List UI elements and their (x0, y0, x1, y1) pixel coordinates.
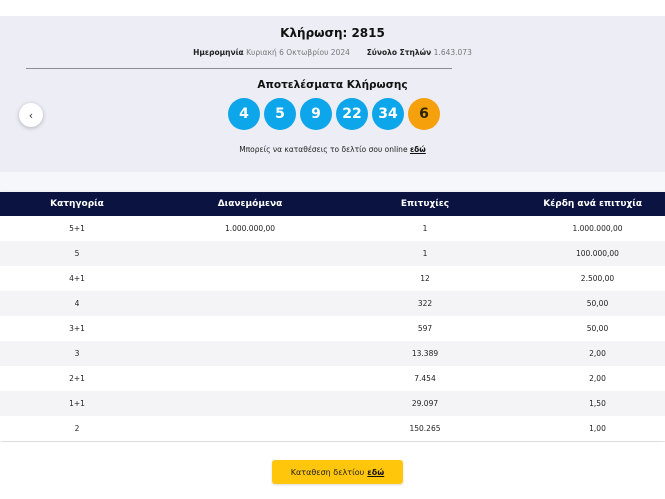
table-row: 5 1 100.000,00 (0, 241, 665, 266)
cell-winners: 13.389 (411, 349, 439, 358)
bet-note: Μπορείς να καταθέσεις το δελτίο σου onli… (0, 145, 665, 154)
table-row: 5+1 1.000.000,00 1 1.000.000,00 (0, 216, 665, 241)
cell-category: 3+1 (69, 324, 85, 333)
cell-winners: 12 (420, 274, 430, 283)
cell-category: 5+1 (69, 224, 85, 233)
table-row: 3 13.389 2,00 (0, 341, 665, 366)
cell-category: 5 (74, 249, 80, 258)
cell-prize: 100.000,00 (576, 249, 619, 258)
number-ball: 9 (300, 98, 332, 130)
submit-ticket-text: Καταθεση δελτίου (290, 467, 365, 477)
cell-prize: 2,00 (589, 374, 606, 383)
cell-category: 2 (74, 424, 80, 433)
bet-note-link[interactable]: εδώ (410, 145, 426, 154)
header-distributed: Διανεμόμενα (217, 199, 283, 209)
bonus-ball: 6 (408, 98, 440, 130)
number-ball: 34 (372, 98, 404, 130)
columns-label: Σύνολο Στηλών (366, 48, 432, 57)
winning-numbers: 4 5 9 22 34 6 (228, 98, 440, 130)
date-label: Ημερομηνία (193, 48, 244, 57)
prize-table: Κατηγορία Διανεμόμενα Επιτυχίες Κέρδη αν… (0, 192, 665, 441)
cell-prize: 1,00 (589, 424, 606, 433)
cell-winners: 29.097 (411, 399, 439, 408)
cell-distributed: 1.000.000,00 (224, 224, 276, 233)
draw-panel: Κλήρωση: 2815 Ημερομηνία Κυριακή 6 Οκτωβ… (0, 16, 665, 172)
table-row: 2+1 7.454 2,00 (0, 366, 665, 391)
table-row: 3+1 597 50,00 (0, 316, 665, 341)
cell-prize: 2.500,00 (580, 274, 615, 283)
draw-meta: Ημερομηνία Κυριακή 6 Οκτωβρίου 2024 Σύνο… (0, 48, 665, 57)
columns-value: 1.643.073 (433, 48, 472, 57)
cell-category: 3 (74, 349, 80, 358)
bet-note-text: Μπορείς να καταθέσεις το δελτίο σου onli… (239, 145, 408, 154)
number-ball: 5 (264, 98, 296, 130)
table-row: 2 150.265 1,00 (0, 416, 665, 441)
cell-category: 4 (74, 299, 80, 308)
date-value: Κυριακή 6 Οκτωβρίου 2024 (246, 48, 350, 57)
table-row: 1+1 29.097 1,50 (0, 391, 665, 416)
top-strip (0, 0, 665, 16)
previous-draw-button[interactable]: ‹ (19, 103, 43, 127)
cell-winners: 1 (422, 249, 428, 258)
cell-prize: 1.000.000,00 (572, 224, 623, 233)
cell-prize: 50,00 (586, 299, 609, 308)
cell-winners: 597 (417, 324, 433, 333)
number-ball: 4 (228, 98, 260, 130)
cell-winners: 150.265 (409, 424, 441, 433)
table-row: 4 322 50,00 (0, 291, 665, 316)
chevron-left-icon: ‹ (28, 108, 34, 122)
table-header: Κατηγορία Διανεμόμενα Επιτυχίες Κέρδη αν… (0, 192, 665, 216)
cell-prize: 50,00 (586, 324, 609, 333)
divider (26, 68, 452, 69)
cell-prize: 2,00 (589, 349, 606, 358)
cell-prize: 1,50 (589, 399, 606, 408)
results-title: Αποτελέσματα Κλήρωσης (257, 79, 408, 91)
submit-ticket-link[interactable]: εδώ (367, 468, 384, 477)
header-category: Κατηγορία (50, 199, 104, 209)
header-winners: Επιτυχίες (400, 199, 450, 209)
bottom-area: Καταθεση δελτίου εδώ (0, 442, 665, 499)
header-prize-per-winner: Κέρδη ανά επιτυχία (543, 199, 642, 209)
submit-ticket-button[interactable]: Καταθεση δελτίου εδώ (272, 460, 403, 484)
cell-category: 1+1 (69, 399, 85, 408)
cell-category: 2+1 (69, 374, 85, 383)
cell-category: 4+1 (69, 274, 85, 283)
cell-winners: 1 (422, 224, 428, 233)
draw-title: Κλήρωση: 2815 (280, 26, 385, 40)
number-ball: 22 (336, 98, 368, 130)
cell-winners: 322 (417, 299, 433, 308)
table-body: 5+1 1.000.000,00 1 1.000.000,00 5 1 100.… (0, 216, 665, 441)
cell-winners: 7.454 (414, 374, 436, 383)
table-row: 4+1 12 2.500,00 (0, 266, 665, 291)
